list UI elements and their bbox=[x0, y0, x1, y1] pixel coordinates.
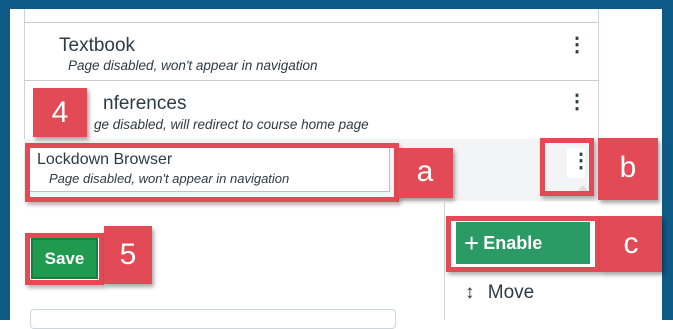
highlight-box-b bbox=[540, 138, 594, 196]
callout-5: 5 bbox=[104, 226, 152, 284]
move-icon: ↕ bbox=[465, 282, 475, 303]
nav-item-subtitle: Page disabled, won't appear in navigatio… bbox=[68, 58, 318, 73]
frame-right-border bbox=[662, 0, 673, 320]
highlight-box-c bbox=[446, 216, 600, 272]
highlight-box-save bbox=[25, 233, 104, 285]
nav-item-title: Textbook bbox=[59, 35, 136, 56]
row-divider bbox=[24, 22, 599, 23]
frame-left-border bbox=[0, 0, 10, 320]
callout-c: c bbox=[600, 216, 662, 272]
kebab-menu-icon[interactable]: ⋮ bbox=[567, 35, 587, 55]
highlight-box-a bbox=[25, 143, 399, 202]
kebab-menu-icon[interactable]: ⋮ bbox=[567, 92, 587, 112]
bottom-input-field[interactable] bbox=[30, 309, 396, 329]
callout-b: b bbox=[598, 138, 658, 200]
move-label: Move bbox=[487, 282, 535, 303]
callout-4: 4 bbox=[33, 88, 87, 137]
move-menu-item[interactable]: ↕ Move bbox=[465, 282, 534, 304]
callout-a: a bbox=[397, 148, 453, 198]
nav-item-title: nferences bbox=[103, 93, 187, 114]
row-divider bbox=[24, 80, 599, 81]
frame-top-border bbox=[0, 0, 673, 9]
nav-item-subtitle: ge disabled, will redirect to course hom… bbox=[94, 117, 369, 132]
